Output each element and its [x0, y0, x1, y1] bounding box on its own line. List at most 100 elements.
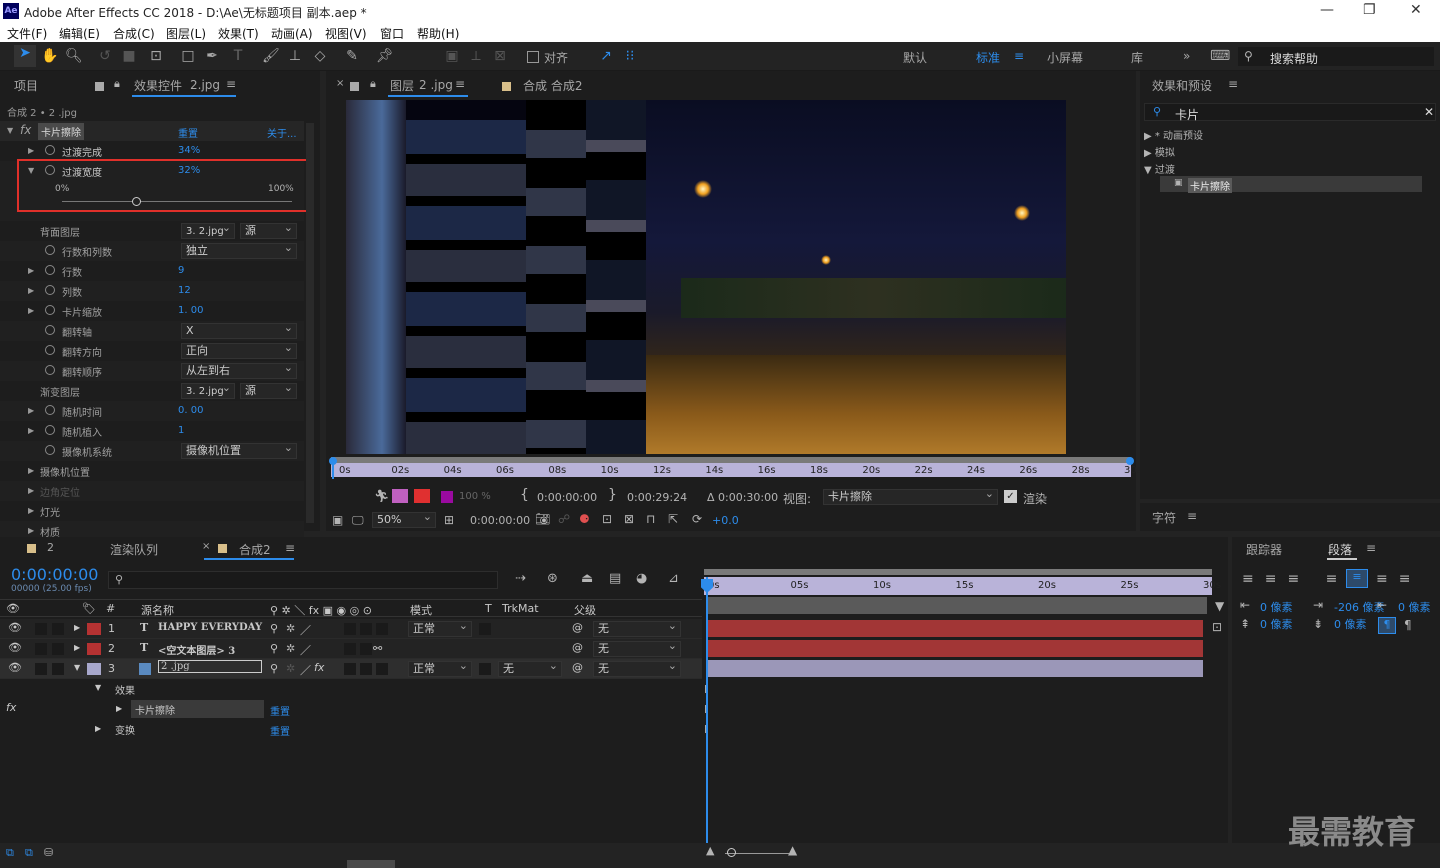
shy-layers-icon[interactable]: ⏏ — [581, 571, 593, 586]
work-area-bar[interactable] — [331, 457, 1131, 463]
tab-composition[interactable]: 合成 合成2 — [523, 77, 582, 94]
horizontal-scrollbar[interactable] — [347, 860, 395, 868]
property-row[interactable]: ▶ 随机植入 1 — [0, 421, 304, 441]
alignment-buttons[interactable]: ≡≡≡ ≡ — [1242, 571, 1348, 587]
motion-blur-box[interactable] — [344, 623, 356, 635]
stopwatch-icon[interactable] — [45, 325, 55, 335]
zoom-tool-icon[interactable]: 🔍︎ — [65, 48, 83, 64]
property-row[interactable]: ▶ 列数 12 — [0, 281, 304, 301]
zoom-out-icon[interactable]: ▲ — [706, 844, 714, 857]
safe-area-icon[interactable]: ⊞ — [444, 513, 454, 527]
world-axis-icon[interactable]: ⟂ — [468, 48, 484, 64]
scrollbar[interactable] — [306, 123, 314, 523]
selection-tool-icon[interactable]: ➤ — [14, 45, 36, 67]
stopwatch-icon[interactable] — [45, 285, 55, 295]
mode-dropdown[interactable]: 正常 — [408, 619, 472, 637]
tab-render-queue[interactable]: 渲染队列 — [110, 541, 158, 558]
minimize-icon[interactable]: — — [1320, 2, 1334, 18]
layer-row[interactable]: 👁︎ ▼ 3 2 .jpg ⚲ ✲ ／fx 正常 无 @ 无 — [0, 659, 702, 679]
property-row[interactable]: ▶ 过渡完成 34% — [0, 141, 304, 161]
collapsed-triangle-icon[interactable]: ▶ — [28, 286, 34, 295]
source-dropdown[interactable]: 源 — [240, 381, 297, 399]
eraser-tool-icon[interactable]: ◇ — [312, 48, 328, 64]
exposure-value[interactable]: +0.0 — [712, 514, 739, 527]
lock-box[interactable] — [52, 663, 64, 675]
effects-search-input[interactable]: ⚲ 卡片 ✕ — [1144, 103, 1436, 122]
region-icon[interactable]: ⊡ — [602, 512, 612, 526]
layer-name[interactable]: 2 .jpg — [158, 660, 262, 673]
effect-reset-link[interactable]: 重置 — [270, 703, 290, 718]
solo-box[interactable] — [35, 623, 47, 635]
rtl-direction-icon[interactable]: ¶ — [1404, 618, 1412, 632]
justify-last-left-button[interactable]: ≡ — [1346, 569, 1368, 588]
tab-project[interactable]: 项目 — [14, 77, 38, 94]
tab-tracker[interactable]: 跟踪器 — [1246, 541, 1282, 558]
puppet-pin-icon[interactable]: 📌︎ — [376, 48, 394, 64]
close-tab-icon[interactable]: × — [202, 541, 210, 552]
draft3d-icon[interactable]: 🏃︎ — [374, 489, 389, 503]
stopwatch-icon[interactable] — [45, 265, 55, 275]
effect-row[interactable]: ▼ fx 卡片擦除 重置 关于... — [0, 121, 304, 141]
pick-whip-icon[interactable]: @ — [572, 661, 583, 674]
clone-stamp-icon[interactable]: ⊥ — [287, 48, 303, 64]
layer-duration-bar[interactable] — [708, 660, 1203, 677]
zoom-in-icon[interactable]: ▲ — [788, 843, 797, 857]
workspace-menu-icon[interactable]: ≡ — [1014, 49, 1024, 63]
property-row[interactable]: 翻转方向 正向 — [0, 341, 304, 361]
in-time[interactable]: 0:00:00:00 — [537, 491, 597, 504]
effects-presets-title[interactable]: 效果和预设 — [1152, 77, 1212, 94]
adjustment-box[interactable] — [360, 623, 372, 635]
hand-tool-icon[interactable]: ✋ — [41, 48, 58, 64]
av-features-icon[interactable]: 👁︎ — [6, 602, 20, 615]
opacity-value[interactable]: 100 % — [459, 491, 491, 502]
shy-switch-icon[interactable]: ⚲ — [270, 642, 278, 655]
trkmat-dropdown[interactable]: 无 — [498, 659, 562, 677]
layer-action-icon[interactable]: ⊡ — [1212, 620, 1222, 634]
layer-duration-bar[interactable] — [708, 640, 1203, 657]
color-swatch-icon[interactable] — [441, 491, 453, 503]
layer-row[interactable]: 👁︎ ▶ 2 T <空文本图层> 3 ⚲ ✲ ／ ⚯ @ 无 — [0, 639, 702, 659]
timecode[interactable]: 0:00:00:00 — [11, 565, 98, 584]
out-time[interactable]: 0:00:29:24 — [627, 491, 687, 504]
tree-item-simulation[interactable]: ▶ 模拟 — [1144, 144, 1175, 159]
clear-search-icon[interactable]: ✕ — [1424, 105, 1434, 119]
source-dropdown[interactable]: 源 — [240, 221, 297, 239]
panel-menu-icon[interactable]: ≡ — [1366, 541, 1376, 555]
stopwatch-icon[interactable] — [45, 345, 55, 355]
timeline-playhead[interactable] — [706, 577, 708, 843]
indent-right-value[interactable]: 0 像素 — [1398, 599, 1431, 615]
stopwatch-icon[interactable] — [45, 305, 55, 315]
property-row[interactable]: ▶ 灯光 — [0, 501, 304, 521]
zoom-dropdown[interactable]: 50% — [372, 510, 436, 528]
property-dropdown[interactable]: 从左到右 — [181, 361, 297, 379]
current-time[interactable]: 0:00:00:00 — [470, 514, 530, 527]
3d-box[interactable] — [376, 663, 388, 675]
stopwatch-icon[interactable] — [45, 245, 55, 255]
stopwatch-icon[interactable] — [45, 365, 55, 375]
property-row[interactable]: 翻转顺序 从左到右 — [0, 361, 304, 381]
menu-layer[interactable]: 图层(L) — [166, 25, 206, 42]
expanded-triangle-icon[interactable]: ▼ — [95, 683, 101, 692]
type-tool-icon[interactable]: T — [230, 48, 246, 64]
tab-effect-controls[interactable]: 效果控件 — [134, 77, 182, 94]
layer-name[interactable]: HAPPY EVERYDAY — [158, 622, 262, 633]
quality-switch-icon[interactable]: ／ — [300, 622, 311, 638]
parent-dropdown[interactable]: 无 — [593, 659, 681, 677]
comp-marker-icon[interactable]: ▼ — [1215, 599, 1224, 613]
menu-help[interactable]: 帮助(H) — [417, 25, 459, 42]
collapsed-triangle-icon[interactable]: ▶ — [28, 466, 34, 475]
parent-dropdown[interactable]: 无 — [593, 639, 681, 657]
property-dropdown[interactable]: 3. 2.jpg — [181, 221, 235, 239]
property-dropdown[interactable]: 独立 — [181, 241, 297, 259]
property-dropdown[interactable]: 正向 — [181, 341, 297, 359]
menu-view[interactable]: 视图(V) — [325, 25, 367, 42]
expanded-triangle-icon[interactable]: ▼ — [74, 663, 80, 672]
channel-icon[interactable]: ⚈ — [579, 512, 590, 526]
tl-work-area-bar[interactable] — [704, 569, 1212, 575]
property-row[interactable]: 翻转轴 X — [0, 321, 304, 341]
label-color[interactable] — [87, 663, 101, 675]
lock-box[interactable] — [52, 643, 64, 655]
collapsed-triangle-icon[interactable]: ▶ — [28, 426, 34, 435]
label-color[interactable] — [87, 643, 101, 655]
visibility-eye-icon[interactable]: 👁︎ — [8, 661, 22, 674]
